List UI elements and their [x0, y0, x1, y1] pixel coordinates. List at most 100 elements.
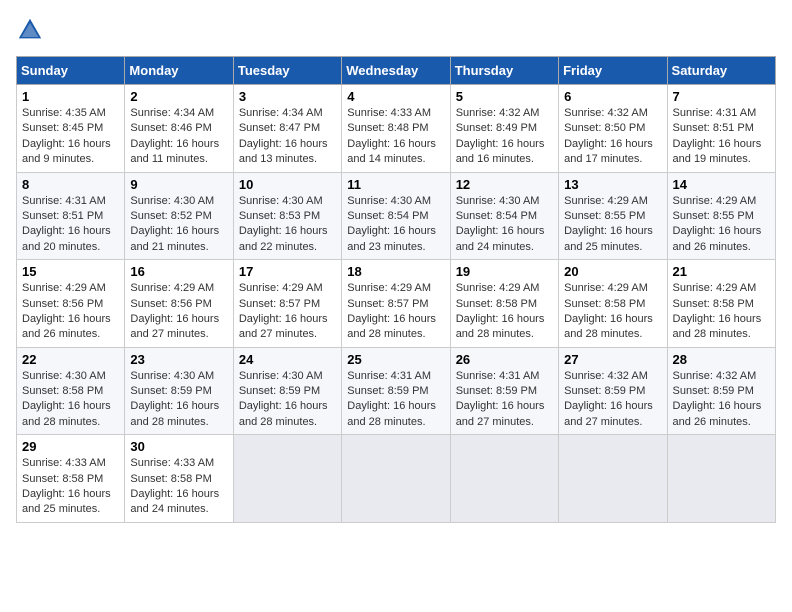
day-number: 16 [130, 264, 227, 279]
sunset: Sunset: 8:48 PM [347, 122, 428, 134]
day-info: Sunrise: 4:33 AM Sunset: 8:58 PM Dayligh… [22, 456, 119, 518]
sunrise: Sunrise: 4:32 AM [564, 370, 648, 382]
day-info: Sunrise: 4:32 AM Sunset: 8:49 PM Dayligh… [456, 106, 553, 168]
sunset: Sunset: 8:58 PM [564, 298, 645, 310]
sunrise: Sunrise: 4:33 AM [130, 457, 214, 469]
daylight: Daylight: 16 hours and 24 minutes. [456, 225, 545, 252]
sunrise: Sunrise: 4:30 AM [22, 370, 106, 382]
day-info: Sunrise: 4:33 AM Sunset: 8:58 PM Dayligh… [130, 456, 227, 518]
calendar-week-4: 22 Sunrise: 4:30 AM Sunset: 8:58 PM Dayl… [17, 347, 776, 435]
daylight: Daylight: 16 hours and 28 minutes. [239, 400, 328, 427]
day-info: Sunrise: 4:29 AM Sunset: 8:58 PM Dayligh… [564, 281, 661, 343]
day-info: Sunrise: 4:31 AM Sunset: 8:59 PM Dayligh… [456, 369, 553, 431]
calendar-cell: 12 Sunrise: 4:30 AM Sunset: 8:54 PM Dayl… [450, 172, 558, 260]
calendar-week-5: 29 Sunrise: 4:33 AM Sunset: 8:58 PM Dayl… [17, 435, 776, 523]
sunrise: Sunrise: 4:32 AM [673, 370, 757, 382]
daylight: Daylight: 16 hours and 28 minutes. [564, 313, 653, 340]
sunrise: Sunrise: 4:31 AM [347, 370, 431, 382]
calendar-cell: 1 Sunrise: 4:35 AM Sunset: 8:45 PM Dayli… [17, 85, 125, 173]
calendar-cell [342, 435, 450, 523]
daylight: Daylight: 16 hours and 14 minutes. [347, 138, 436, 165]
sunrise: Sunrise: 4:29 AM [564, 282, 648, 294]
sunset: Sunset: 8:54 PM [456, 210, 537, 222]
day-info: Sunrise: 4:34 AM Sunset: 8:47 PM Dayligh… [239, 106, 336, 168]
sunrise: Sunrise: 4:32 AM [456, 107, 540, 119]
daylight: Daylight: 16 hours and 13 minutes. [239, 138, 328, 165]
calendar-cell: 13 Sunrise: 4:29 AM Sunset: 8:55 PM Dayl… [559, 172, 667, 260]
sunset: Sunset: 8:57 PM [239, 298, 320, 310]
daylight: Daylight: 16 hours and 27 minutes. [239, 313, 328, 340]
sunrise: Sunrise: 4:29 AM [239, 282, 323, 294]
sunrise: Sunrise: 4:30 AM [456, 195, 540, 207]
day-number: 3 [239, 89, 336, 104]
sunrise: Sunrise: 4:33 AM [347, 107, 431, 119]
sunrise: Sunrise: 4:29 AM [456, 282, 540, 294]
day-number: 6 [564, 89, 661, 104]
daylight: Daylight: 16 hours and 26 minutes. [673, 225, 762, 252]
calendar-cell: 9 Sunrise: 4:30 AM Sunset: 8:52 PM Dayli… [125, 172, 233, 260]
day-info: Sunrise: 4:32 AM Sunset: 8:59 PM Dayligh… [673, 369, 770, 431]
page-header [16, 16, 776, 44]
day-info: Sunrise: 4:29 AM Sunset: 8:55 PM Dayligh… [564, 194, 661, 256]
sunset: Sunset: 8:51 PM [673, 122, 754, 134]
day-info: Sunrise: 4:29 AM Sunset: 8:56 PM Dayligh… [130, 281, 227, 343]
sunrise: Sunrise: 4:30 AM [239, 370, 323, 382]
daylight: Daylight: 16 hours and 28 minutes. [130, 400, 219, 427]
sunrise: Sunrise: 4:29 AM [673, 195, 757, 207]
sunset: Sunset: 8:58 PM [130, 473, 211, 485]
sunset: Sunset: 8:50 PM [564, 122, 645, 134]
sunset: Sunset: 8:59 PM [673, 385, 754, 397]
sunrise: Sunrise: 4:29 AM [564, 195, 648, 207]
sunrise: Sunrise: 4:31 AM [456, 370, 540, 382]
sunrise: Sunrise: 4:31 AM [22, 195, 106, 207]
sunrise: Sunrise: 4:30 AM [130, 195, 214, 207]
day-number: 10 [239, 177, 336, 192]
day-info: Sunrise: 4:33 AM Sunset: 8:48 PM Dayligh… [347, 106, 444, 168]
day-info: Sunrise: 4:30 AM Sunset: 8:52 PM Dayligh… [130, 194, 227, 256]
day-info: Sunrise: 4:30 AM Sunset: 8:59 PM Dayligh… [130, 369, 227, 431]
logo [16, 16, 48, 44]
day-info: Sunrise: 4:29 AM Sunset: 8:56 PM Dayligh… [22, 281, 119, 343]
day-number: 15 [22, 264, 119, 279]
daylight: Daylight: 16 hours and 11 minutes. [130, 138, 219, 165]
day-info: Sunrise: 4:31 AM Sunset: 8:51 PM Dayligh… [673, 106, 770, 168]
daylight: Daylight: 16 hours and 28 minutes. [673, 313, 762, 340]
daylight: Daylight: 16 hours and 24 minutes. [130, 488, 219, 515]
day-number: 21 [673, 264, 770, 279]
day-number: 20 [564, 264, 661, 279]
daylight: Daylight: 16 hours and 22 minutes. [239, 225, 328, 252]
day-info: Sunrise: 4:32 AM Sunset: 8:50 PM Dayligh… [564, 106, 661, 168]
daylight: Daylight: 16 hours and 19 minutes. [673, 138, 762, 165]
calendar-cell: 7 Sunrise: 4:31 AM Sunset: 8:51 PM Dayli… [667, 85, 775, 173]
calendar-cell: 16 Sunrise: 4:29 AM Sunset: 8:56 PM Dayl… [125, 260, 233, 348]
calendar-cell: 23 Sunrise: 4:30 AM Sunset: 8:59 PM Dayl… [125, 347, 233, 435]
sunset: Sunset: 8:55 PM [564, 210, 645, 222]
calendar-cell: 2 Sunrise: 4:34 AM Sunset: 8:46 PM Dayli… [125, 85, 233, 173]
day-info: Sunrise: 4:29 AM Sunset: 8:58 PM Dayligh… [673, 281, 770, 343]
daylight: Daylight: 16 hours and 27 minutes. [130, 313, 219, 340]
calendar-cell: 27 Sunrise: 4:32 AM Sunset: 8:59 PM Dayl… [559, 347, 667, 435]
day-info: Sunrise: 4:30 AM Sunset: 8:58 PM Dayligh… [22, 369, 119, 431]
daylight: Daylight: 16 hours and 20 minutes. [22, 225, 111, 252]
sunset: Sunset: 8:59 PM [564, 385, 645, 397]
day-info: Sunrise: 4:30 AM Sunset: 8:54 PM Dayligh… [347, 194, 444, 256]
sunset: Sunset: 8:49 PM [456, 122, 537, 134]
daylight: Daylight: 16 hours and 28 minutes. [456, 313, 545, 340]
logo-icon [16, 16, 44, 44]
sunset: Sunset: 8:55 PM [673, 210, 754, 222]
calendar-cell: 28 Sunrise: 4:32 AM Sunset: 8:59 PM Dayl… [667, 347, 775, 435]
day-number: 24 [239, 352, 336, 367]
calendar-cell: 30 Sunrise: 4:33 AM Sunset: 8:58 PM Dayl… [125, 435, 233, 523]
calendar-cell: 8 Sunrise: 4:31 AM Sunset: 8:51 PM Dayli… [17, 172, 125, 260]
sunrise: Sunrise: 4:34 AM [239, 107, 323, 119]
day-number: 30 [130, 439, 227, 454]
calendar-cell [667, 435, 775, 523]
sunset: Sunset: 8:58 PM [22, 473, 103, 485]
calendar-week-2: 8 Sunrise: 4:31 AM Sunset: 8:51 PM Dayli… [17, 172, 776, 260]
day-number: 23 [130, 352, 227, 367]
daylight: Daylight: 16 hours and 26 minutes. [673, 400, 762, 427]
calendar-cell: 25 Sunrise: 4:31 AM Sunset: 8:59 PM Dayl… [342, 347, 450, 435]
sunrise: Sunrise: 4:30 AM [347, 195, 431, 207]
sunset: Sunset: 8:56 PM [130, 298, 211, 310]
sunrise: Sunrise: 4:35 AM [22, 107, 106, 119]
